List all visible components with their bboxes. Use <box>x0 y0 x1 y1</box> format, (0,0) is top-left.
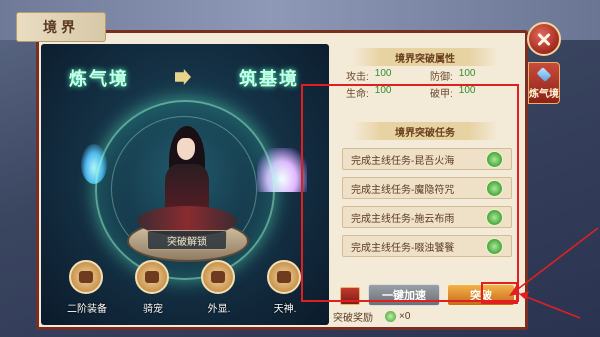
attribute-value: 100 <box>374 68 392 79</box>
realm-current: 炼气境 <box>69 69 129 90</box>
attribute-key: 攻击: <box>346 72 369 83</box>
breakthrough-reward: 突破奖励 ×0 <box>333 308 410 324</box>
reward-item[interactable]: 天神. <box>255 260 315 322</box>
attribute-key: 生命: <box>346 89 369 100</box>
reward-label: 外显. <box>207 304 231 315</box>
complete-badge-icon <box>486 209 503 226</box>
reward-item[interactable]: 外显. <box>189 260 249 322</box>
realm-next: 筑基境 <box>239 69 299 90</box>
reward-label: 骑宠 <box>143 304 163 315</box>
reward-item[interactable]: 二阶装备 <box>57 260 117 322</box>
complete-badge-icon <box>486 238 503 255</box>
spirit-orb-icon <box>385 310 396 322</box>
close-button[interactable] <box>527 22 561 56</box>
reward-label: 天神. <box>273 304 297 315</box>
tasks-title: 境界突破任务 <box>352 122 498 140</box>
side-tab-label: 炼气境 <box>529 89 559 100</box>
attribute-row: 攻击: 100 防御: 100 <box>346 68 514 85</box>
attribute-key: 防御: <box>430 72 453 83</box>
wings-icon <box>201 260 235 294</box>
chest-icon[interactable] <box>340 287 360 305</box>
arrow-right-icon <box>175 69 191 85</box>
attributes-table: 攻击: 100 防御: 100 生命: 100 破甲: 100 <box>346 68 514 102</box>
task-label: 完成主线任务-施云布雨 <box>351 213 455 225</box>
mount-icon <box>135 260 169 294</box>
side-tab-lianqi[interactable]: 炼气境 <box>528 62 560 104</box>
attribute-row: 生命: 100 破甲: 100 <box>346 85 514 102</box>
task-item[interactable]: 完成主线任务-啜浊饕餮 <box>342 235 512 257</box>
quick-accelerate-button[interactable]: 一键加速 <box>368 284 440 306</box>
gem-icon <box>536 67 552 82</box>
task-item[interactable]: 完成主线任务-昆吾火海 <box>342 148 512 170</box>
character-avatar <box>137 126 237 244</box>
attribute-value: 100 <box>458 85 476 96</box>
task-item[interactable]: 完成主线任务-魔隐符咒 <box>342 177 512 199</box>
highlight-box-button <box>481 282 518 304</box>
task-item[interactable]: 完成主线任务-施云布雨 <box>342 206 512 228</box>
task-label: 完成主线任务-啜浊饕餮 <box>351 242 455 254</box>
equipment-icon <box>69 260 103 294</box>
window-title: 境界 <box>16 12 106 42</box>
task-list: 完成主线任务-昆吾火海 完成主线任务-魔隐符咒 完成主线任务-施云布雨 完成主线… <box>342 148 512 264</box>
task-label: 完成主线任务-魔隐符咒 <box>351 184 455 196</box>
realm-scene: 炼气境 筑基境 突破解锁 二阶装备 骑宠 外显. 天神. <box>41 44 329 325</box>
unlock-rewards: 二阶装备 骑宠 外显. 天神. <box>57 260 317 322</box>
reward-row-label: 突破奖励 <box>333 312 373 324</box>
reward-label: 二阶装备 <box>67 304 107 315</box>
attribute-value: 100 <box>374 85 392 96</box>
attributes-title: 境界突破属性 <box>352 48 498 66</box>
unlock-label: 突破解锁 <box>147 230 227 250</box>
temple-icon <box>267 260 301 294</box>
complete-badge-icon <box>486 180 503 197</box>
task-label: 完成主线任务-昆吾火海 <box>351 155 455 167</box>
complete-badge-icon <box>486 151 503 168</box>
attribute-key: 破甲: <box>430 89 453 100</box>
reward-item[interactable]: 骑宠 <box>123 260 183 322</box>
reward-count: ×0 <box>399 310 411 322</box>
attribute-value: 100 <box>458 68 476 79</box>
